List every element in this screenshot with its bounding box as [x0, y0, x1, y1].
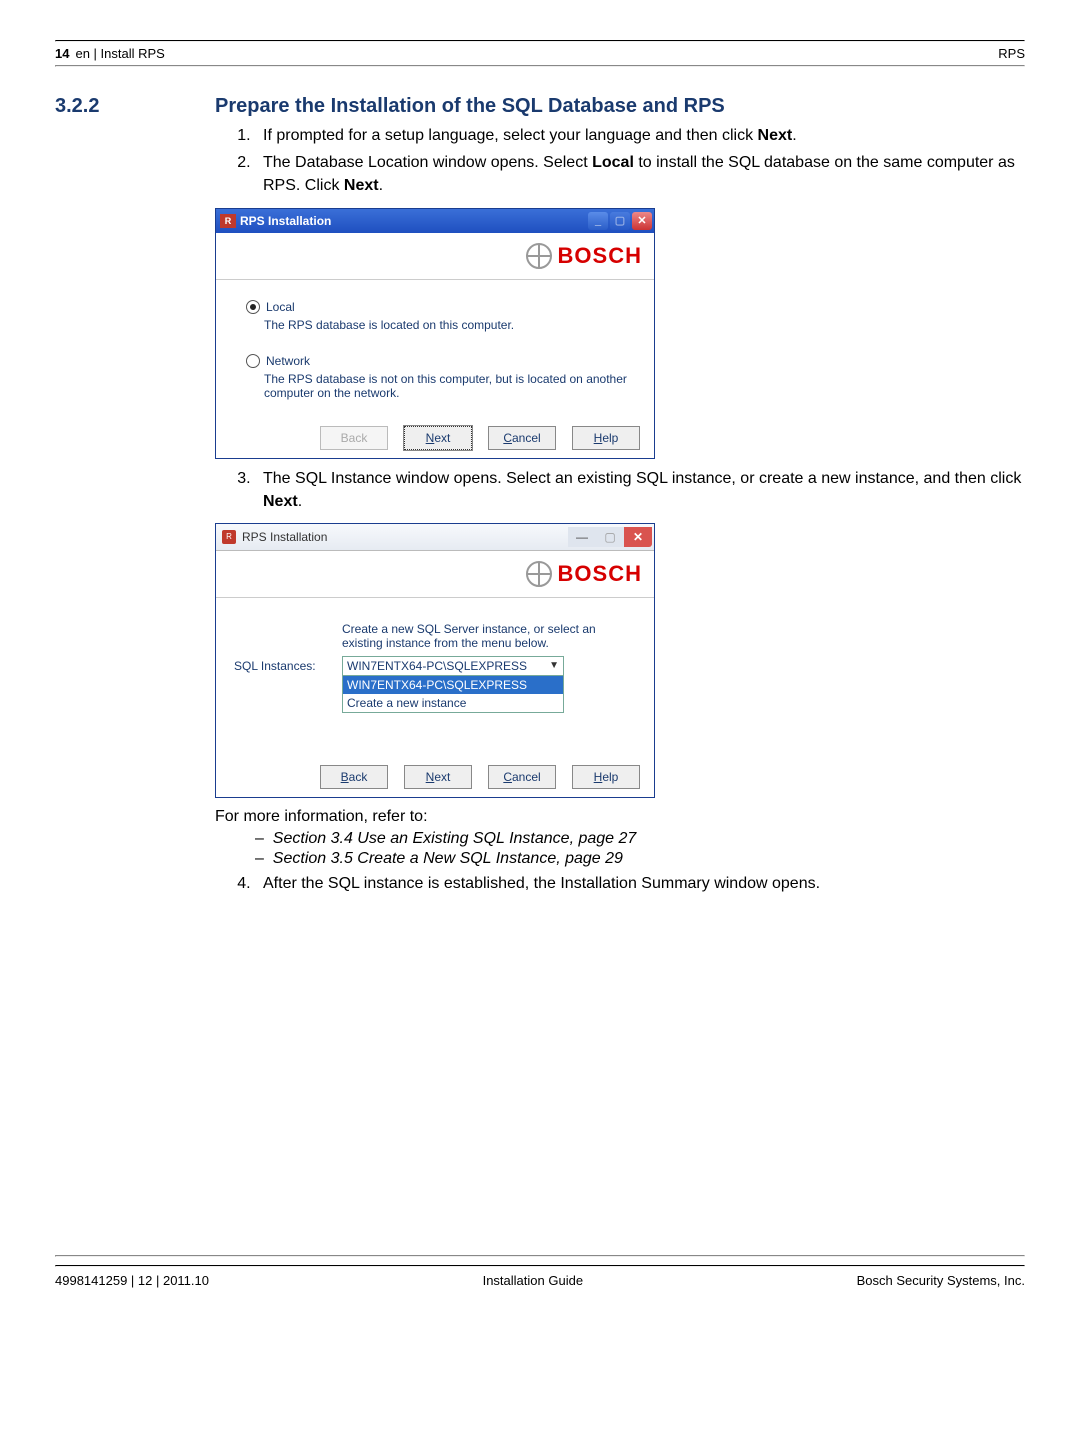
footer-right: Bosch Security Systems, Inc. [857, 1273, 1025, 1288]
radio-network-label: Network [266, 354, 310, 368]
header-thin-rule [55, 65, 1025, 67]
back-button: Back [320, 426, 388, 450]
combo-selected-text: WIN7ENTX64-PC\SQLEXPRESS [347, 659, 527, 673]
page-number: 14 [55, 46, 69, 61]
breadcrumb: en | Install RPS [75, 46, 164, 61]
sql-instances-label: SQL Instances: [234, 656, 342, 673]
radio-local[interactable]: Local [246, 300, 632, 314]
steps-list-cont2: After the SQL instance is established, t… [215, 872, 1025, 895]
radio-dot-selected-icon [246, 300, 260, 314]
window-title: RPS Installation [240, 214, 331, 228]
titlebar: R RPS Installation _ ▢ ✕ [216, 209, 654, 233]
help-button[interactable]: Help [572, 765, 640, 789]
back-button[interactable]: Back [320, 765, 388, 789]
footer-thin-rule [55, 1255, 1025, 1257]
brand-row: BOSCH [216, 233, 654, 280]
dialog-prompt: Create a new SQL Server instance, or sel… [342, 622, 636, 650]
next-button[interactable]: Next [404, 765, 472, 789]
radio-local-desc: The RPS database is located on this comp… [264, 318, 632, 332]
steps-list-cont: The SQL Instance window opens. Select an… [215, 467, 1025, 513]
ref-list: – Section 3.4 Use an Existing SQL Instan… [255, 830, 1025, 868]
next-button[interactable]: Next [404, 426, 472, 450]
radio-dot-icon [246, 354, 260, 368]
minimize-button[interactable]: _ [588, 212, 608, 230]
brand-row: BOSCH [216, 551, 654, 598]
app-icon: R [222, 530, 236, 544]
steps-list: If prompted for a setup language, select… [215, 124, 1025, 198]
maximize-button: ▢ [596, 527, 624, 547]
close-button[interactable]: ✕ [624, 527, 652, 547]
footer-left: 4998141259 | 12 | 2011.10 [55, 1273, 209, 1288]
combo-option[interactable]: WIN7ENTX64-PC\SQLEXPRESS [343, 676, 563, 694]
brand-text: BOSCH [558, 561, 642, 587]
maximize-button: ▢ [610, 212, 630, 230]
step-1: If prompted for a setup language, select… [255, 124, 1025, 147]
dialog-sql-instance: R RPS Installation — ▢ ✕ BOSCH Create a … [215, 523, 655, 798]
brand-text: BOSCH [558, 243, 642, 269]
ref-item: – Section 3.4 Use an Existing SQL Instan… [255, 830, 1025, 848]
window-title: RPS Installation [242, 530, 327, 544]
radio-network-desc: The RPS database is not on this computer… [264, 372, 632, 400]
titlebar: R RPS Installation — ▢ ✕ [216, 524, 654, 551]
section-number: 3.2.2 [55, 95, 215, 895]
app-icon: R [220, 214, 236, 228]
radio-local-label: Local [266, 300, 295, 314]
section-title: Prepare the Installation of the SQL Data… [215, 95, 1025, 118]
ref-item: – Section 3.5 Create a New SQL Instance,… [255, 850, 1025, 868]
header-right: RPS [998, 46, 1025, 61]
bosch-globe-icon [526, 243, 552, 269]
minimize-button[interactable]: — [568, 527, 596, 547]
radio-network[interactable]: Network [246, 354, 632, 368]
close-button[interactable]: ✕ [632, 212, 652, 230]
cancel-button[interactable]: Cancel [488, 765, 556, 789]
step-3: The SQL Instance window opens. Select an… [255, 467, 1025, 513]
combo-selected[interactable]: WIN7ENTX64-PC\SQLEXPRESS ▼ [343, 657, 563, 676]
dialog-db-location: R RPS Installation _ ▢ ✕ BOSCH Local [215, 208, 655, 459]
cancel-button[interactable]: Cancel [488, 426, 556, 450]
combo-option[interactable]: Create a new instance [343, 694, 563, 712]
step-4: After the SQL instance is established, t… [255, 872, 1025, 895]
sql-instances-combo[interactable]: WIN7ENTX64-PC\SQLEXPRESS ▼ WIN7ENTX64-PC… [342, 656, 564, 713]
step-2: The Database Location window opens. Sele… [255, 151, 1025, 197]
dialog-footer: Back Next Cancel Help [216, 418, 654, 458]
footer-center: Installation Guide [483, 1273, 583, 1288]
page-header: 14 en | Install RPS RPS [55, 42, 1025, 63]
page-footer: 4998141259 | 12 | 2011.10 Installation G… [55, 1267, 1025, 1288]
dialog-footer: Back Next Cancel Help [216, 757, 654, 797]
more-info-label: For more information, refer to: [215, 808, 1025, 826]
chevron-down-icon: ▼ [549, 660, 559, 671]
help-button[interactable]: Help [572, 426, 640, 450]
bosch-globe-icon [526, 561, 552, 587]
